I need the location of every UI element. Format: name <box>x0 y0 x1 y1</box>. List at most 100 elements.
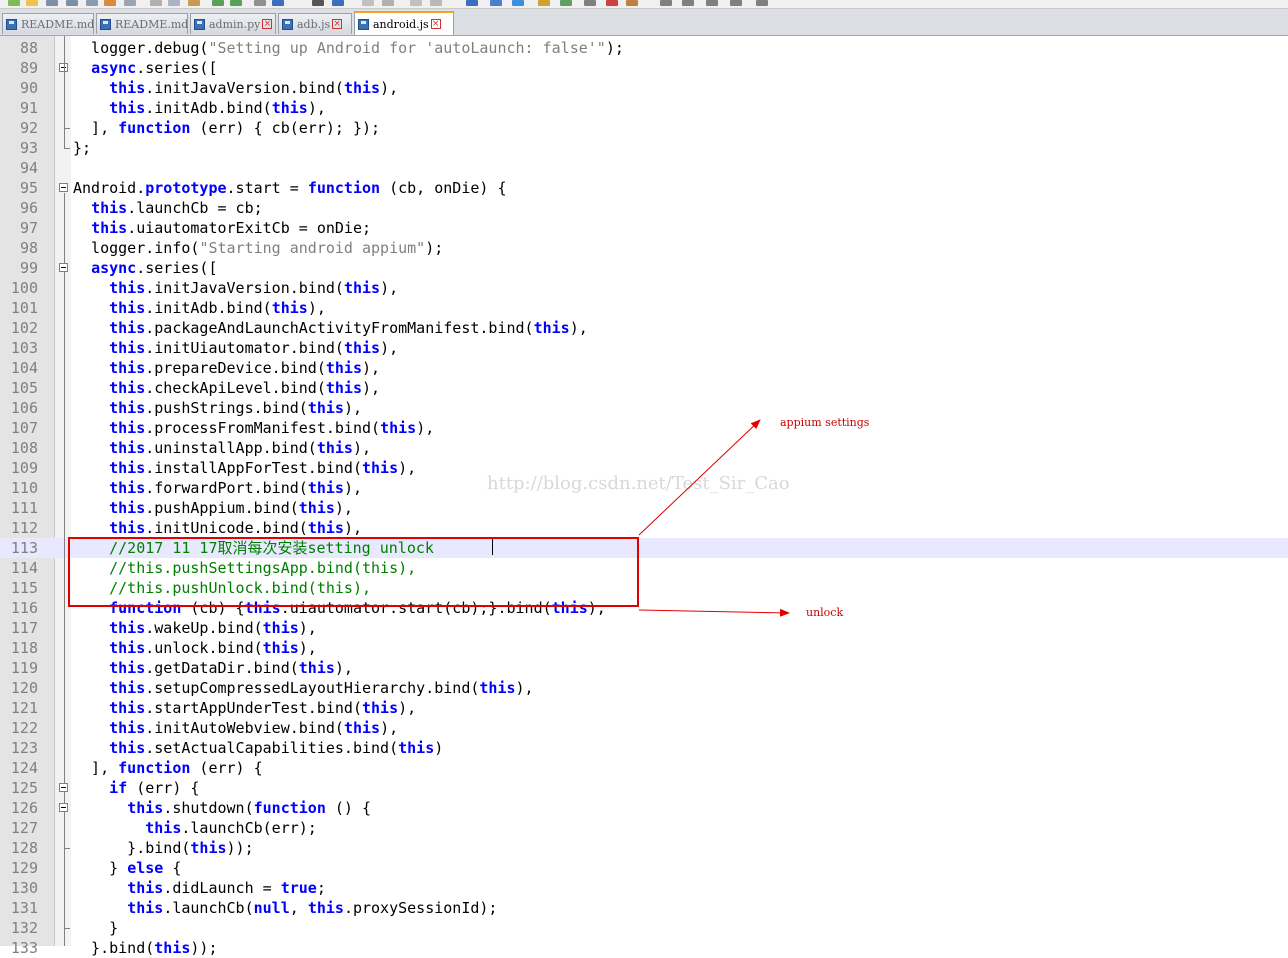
code-line[interactable]: 129 } else { <box>0 858 1288 878</box>
folder-workspace-icon[interactable] <box>560 0 572 6</box>
code-line[interactable]: 88 logger.debug("Setting up Android for … <box>0 38 1288 58</box>
word-wrap-icon[interactable] <box>410 0 422 6</box>
code-token: (err) { <box>127 779 200 797</box>
replace-icon[interactable] <box>272 0 284 6</box>
code-line[interactable]: 118 this.unlock.bind(this), <box>0 638 1288 658</box>
code-line[interactable]: 91 this.initAdb.bind(this), <box>0 98 1288 118</box>
print-icon[interactable] <box>124 0 136 6</box>
code-line[interactable]: 101 this.initAdb.bind(this), <box>0 298 1288 318</box>
keyword-token: this <box>109 439 146 457</box>
sync-horizontal-icon[interactable] <box>382 0 394 6</box>
tab-android-js[interactable]: android.js × <box>354 11 454 35</box>
code-line[interactable]: 121 this.startAppUnderTest.bind(this), <box>0 698 1288 718</box>
code-line[interactable]: 125 if (err) { <box>0 778 1288 798</box>
find-icon[interactable] <box>254 0 266 6</box>
monitoring-icon[interactable] <box>584 0 596 6</box>
tab-readme-2[interactable]: README.md × <box>96 13 201 34</box>
user-lang-icon[interactable] <box>490 0 502 6</box>
code-line[interactable]: 117 this.wakeUp.bind(this), <box>0 618 1288 638</box>
code-line[interactable]: 90 this.initJavaVersion.bind(this), <box>0 78 1288 98</box>
tab-label: README.md <box>21 17 95 31</box>
play-macro-icon[interactable] <box>660 0 672 6</box>
code-line[interactable]: 111 this.pushAppium.bind(this), <box>0 498 1288 518</box>
indent-guide-icon[interactable] <box>466 0 478 6</box>
code-line[interactable]: 131 this.launchCb(null, this.proxySessio… <box>0 898 1288 918</box>
code-line[interactable]: 132 } <box>0 918 1288 938</box>
close-file-icon[interactable] <box>86 0 98 6</box>
code-line[interactable]: 119 this.getDataDir.bind(this), <box>0 658 1288 678</box>
save-macro-icon[interactable] <box>706 0 718 6</box>
code-line[interactable]: 106 this.pushStrings.bind(this), <box>0 398 1288 418</box>
code-line[interactable]: 94 <box>0 158 1288 178</box>
keyword-token: this <box>109 399 146 417</box>
code-text: this.initJavaVersion.bind(this), <box>73 78 398 98</box>
record-macro-icon[interactable] <box>606 0 618 6</box>
spell-check-icon[interactable] <box>730 0 742 6</box>
code-line[interactable]: 89 async.series([ <box>0 58 1288 78</box>
code-line[interactable]: 126 this.shutdown(function () { <box>0 798 1288 818</box>
redo-icon[interactable] <box>230 0 242 6</box>
keyword-token: this <box>109 99 146 117</box>
open-file-icon[interactable] <box>26 0 38 6</box>
code-line[interactable]: 95 Android.prototype.start = function (cb… <box>0 178 1288 198</box>
code-line[interactable]: 112 this.initUnicode.bind(this), <box>0 518 1288 538</box>
new-file-icon[interactable] <box>8 0 20 6</box>
tab-adb-js[interactable]: adb.js × <box>278 13 352 34</box>
code-line[interactable]: 123 this.setActualCapabilities.bind(this… <box>0 738 1288 758</box>
cut-icon[interactable] <box>150 0 162 6</box>
code-line[interactable]: 100 this.initJavaVersion.bind(this), <box>0 278 1288 298</box>
close-all-icon[interactable] <box>104 0 116 6</box>
code-line[interactable]: 102 this.packageAndLaunchActivityFromMan… <box>0 318 1288 338</box>
code-token: ), <box>380 719 399 737</box>
code-line[interactable]: 133 }.bind(this)); <box>0 938 1288 958</box>
code-line[interactable]: 99 async.series([ <box>0 258 1288 278</box>
fold-toggle-icon[interactable] <box>59 783 68 792</box>
code-line[interactable]: 105 this.checkApiLevel.bind(this), <box>0 378 1288 398</box>
code-line[interactable]: 107 this.processFromManifest.bind(this), <box>0 418 1288 438</box>
line-number: 124 <box>10 759 38 777</box>
undo-icon[interactable] <box>212 0 224 6</box>
tab-admin-py[interactable]: admin.py × <box>190 13 276 34</box>
misc-icon[interactable] <box>756 0 768 6</box>
code-line[interactable]: 122 this.initAutoWebview.bind(this), <box>0 718 1288 738</box>
code-line[interactable]: 92 ], function (err) { cb(err); }); <box>0 118 1288 138</box>
fold-toggle-icon[interactable] <box>59 263 68 272</box>
show-all-chars-icon[interactable] <box>430 0 442 6</box>
code-line[interactable]: 120 this.setupCompressedLayoutHierarchy.… <box>0 678 1288 698</box>
code-line[interactable]: 104 this.prepareDevice.bind(this), <box>0 358 1288 378</box>
code-line[interactable]: 93}; <box>0 138 1288 158</box>
code-line[interactable]: 96 this.launchCb = cb; <box>0 198 1288 218</box>
code-line[interactable]: 130 this.didLaunch = true; <box>0 878 1288 898</box>
save-icon[interactable] <box>46 0 58 6</box>
code-line[interactable]: 127 this.launchCb(err); <box>0 818 1288 838</box>
code-line[interactable]: 124 ], function (err) { <box>0 758 1288 778</box>
code-token: ), <box>362 379 381 397</box>
close-tab-icon[interactable]: × <box>262 19 273 29</box>
line-number: 118 <box>10 639 38 657</box>
fold-toggle-icon[interactable] <box>59 183 68 192</box>
close-tab-icon[interactable]: × <box>332 19 343 29</box>
save-all-icon[interactable] <box>66 0 78 6</box>
keyword-token: this <box>479 679 516 697</box>
doc-map-icon[interactable] <box>512 0 524 6</box>
code-token: ), <box>380 339 399 357</box>
zoom-in-icon[interactable] <box>312 0 324 6</box>
tab-readme-1[interactable]: README.md × <box>2 13 107 34</box>
sync-vertical-icon[interactable] <box>362 0 374 6</box>
paste-icon[interactable] <box>188 0 200 6</box>
code-line[interactable]: 103 this.initUiautomator.bind(this), <box>0 338 1288 358</box>
copy-icon[interactable] <box>168 0 180 6</box>
code-line[interactable]: 108 this.uninstallApp.bind(this), <box>0 438 1288 458</box>
code-line[interactable]: 97 this.uiautomatorExitCb = onDie; <box>0 218 1288 238</box>
fold-toggle-icon[interactable] <box>59 803 68 812</box>
function-list-icon[interactable] <box>538 0 550 6</box>
code-line[interactable]: 128 }.bind(this)); <box>0 838 1288 858</box>
close-tab-icon[interactable]: × <box>430 19 441 29</box>
stop-macro-icon[interactable] <box>626 0 638 6</box>
code-token: .getDataDir.bind( <box>145 659 299 677</box>
zoom-out-icon[interactable] <box>332 0 344 6</box>
run-macro-multiple-icon[interactable] <box>682 0 694 6</box>
code-line[interactable]: 98 logger.info("Starting android appium"… <box>0 238 1288 258</box>
